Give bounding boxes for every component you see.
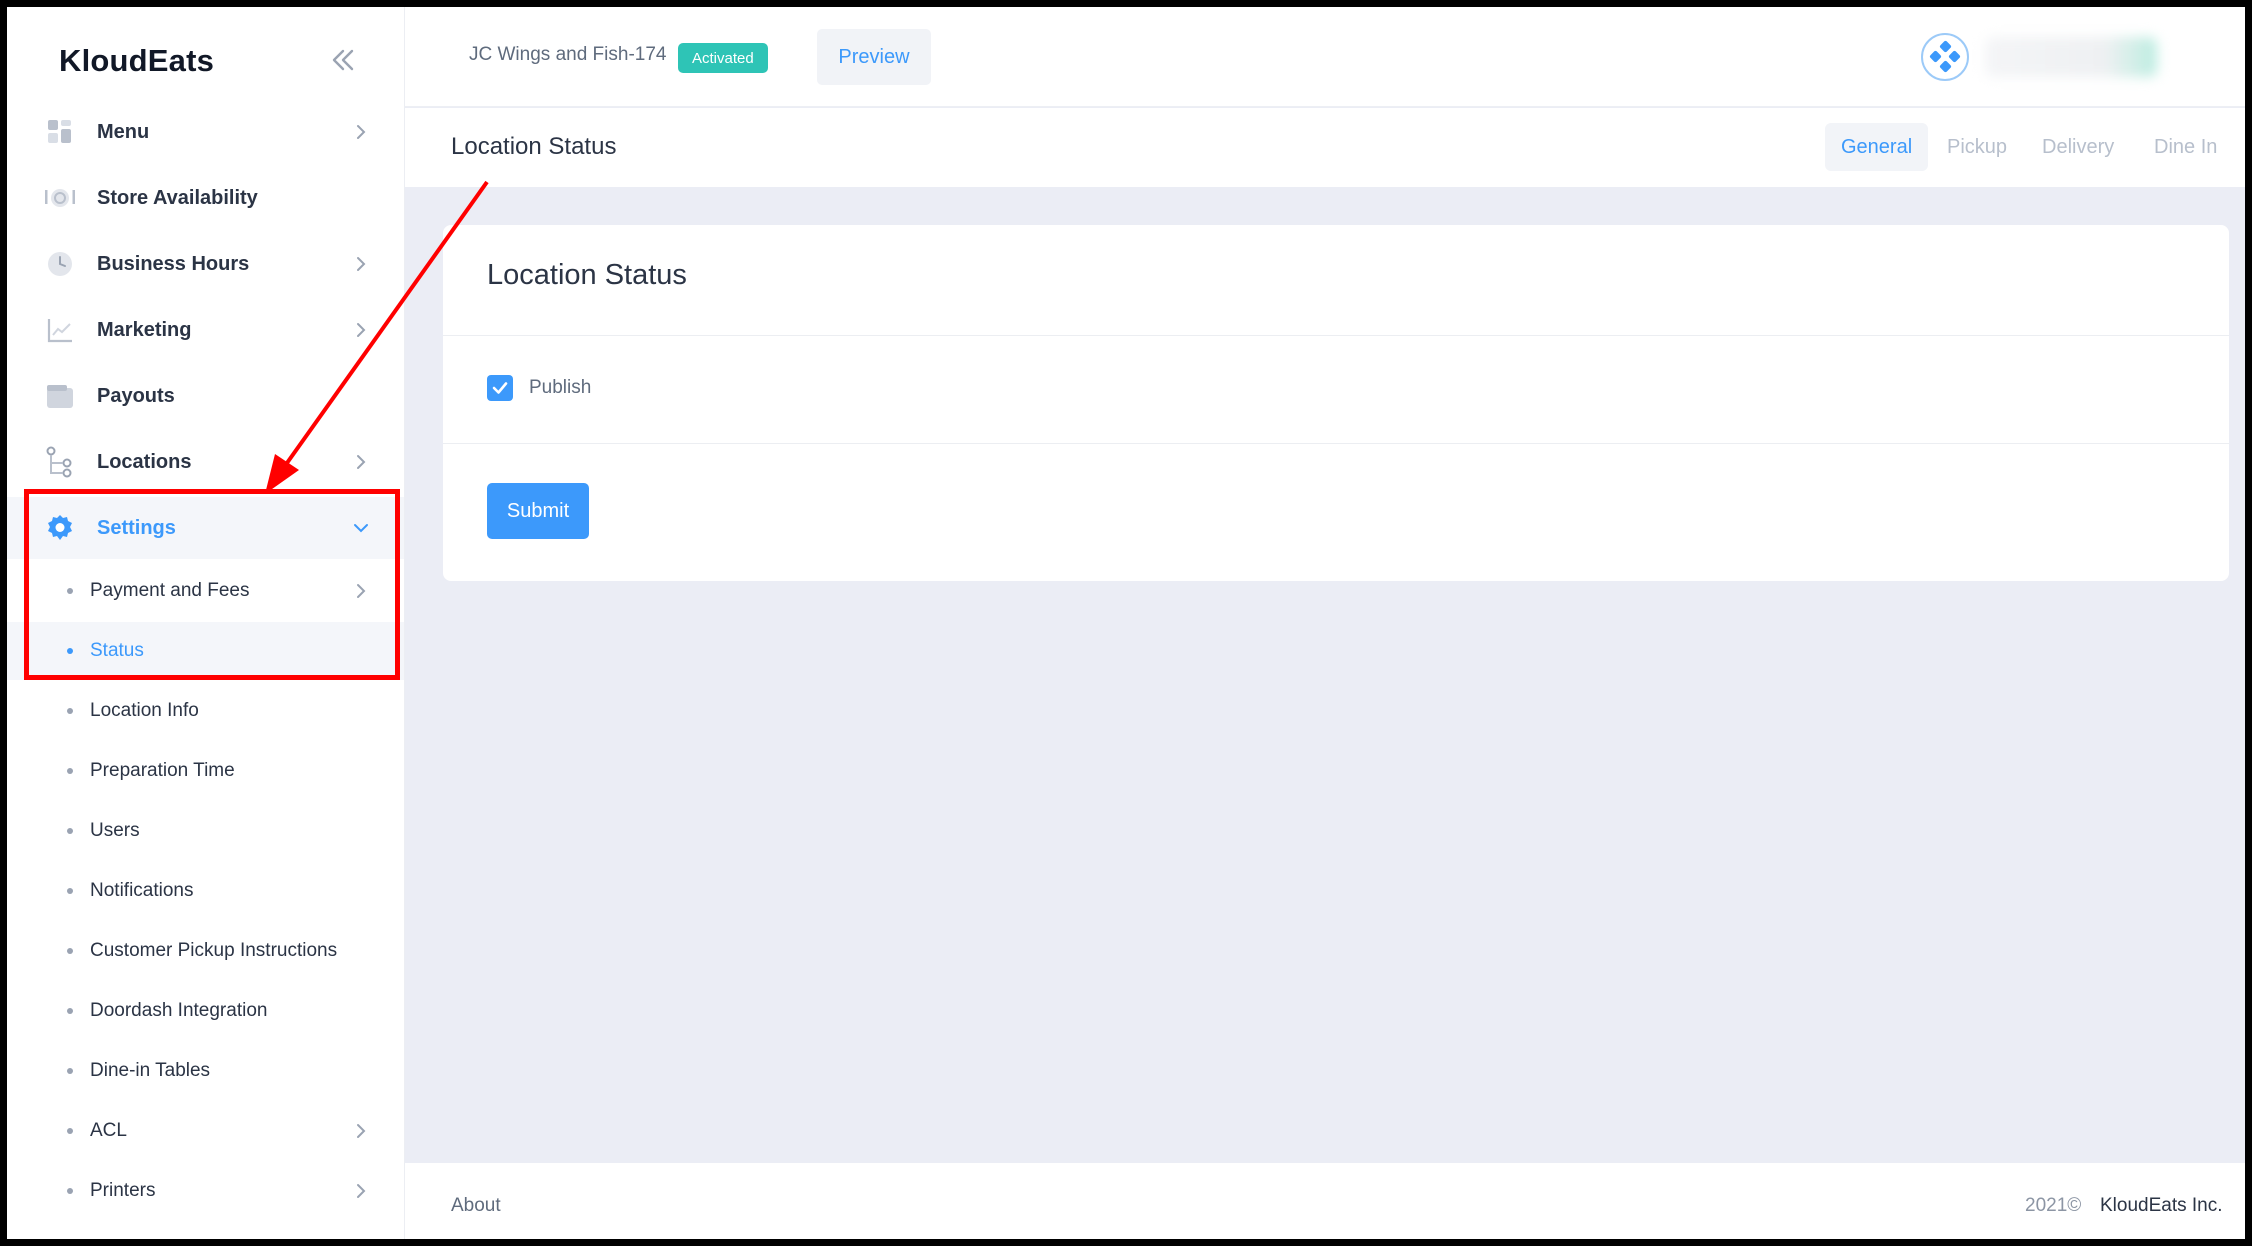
bullet-dot bbox=[67, 1128, 73, 1134]
sidebar-subitem-label: Payment and Fees bbox=[90, 580, 250, 601]
sidebar-item-label: Menu bbox=[97, 120, 150, 143]
tab-general[interactable]: General bbox=[1825, 123, 1929, 171]
sidebar-item-settings[interactable]: Settings bbox=[7, 497, 404, 559]
card-title: Location Status bbox=[487, 259, 687, 291]
double-chevron-left-icon bbox=[332, 49, 354, 71]
sidebar-subitem-label: Users bbox=[90, 820, 140, 841]
page-footer: About 2021© KloudEats Inc. bbox=[405, 1163, 2245, 1239]
bullet-dot bbox=[67, 888, 73, 894]
sidebar-item-store-availability[interactable]: Store Availability bbox=[7, 167, 404, 229]
bullet-dot bbox=[67, 1008, 73, 1014]
sidebar-subitem-dine-in-tables[interactable]: Dine-in Tables bbox=[7, 1042, 404, 1100]
page-subheader: Location Status General Pickup Delivery … bbox=[405, 108, 2245, 187]
sidebar-subitem-payment-and-fees[interactable]: Payment and Fees bbox=[7, 562, 404, 620]
sidebar-subitem-label: Customer Pickup Instructions bbox=[90, 940, 338, 961]
bullet-dot bbox=[67, 1188, 73, 1194]
publish-checkbox[interactable] bbox=[487, 375, 513, 401]
app-logo-icon[interactable] bbox=[1921, 33, 1969, 81]
bullet-dot bbox=[67, 648, 73, 654]
sidebar-item-label: Business Hours bbox=[97, 252, 250, 275]
wallet-icon bbox=[43, 379, 77, 413]
sidebar-item-marketing[interactable]: Marketing bbox=[7, 299, 404, 361]
location-status-card: Location Status Publish Submit bbox=[443, 225, 2229, 581]
sidebar-subitem-customer-pickup-instructions[interactable]: Customer Pickup Instructions bbox=[7, 922, 404, 980]
sidebar-subitem-preparation-time[interactable]: Preparation Time bbox=[7, 742, 404, 800]
page-title: Location Status bbox=[451, 133, 617, 160]
app-window: KloudEats Menu Store Availability Busine… bbox=[7, 7, 2245, 1239]
sidebar-subitem-label: Doordash Integration bbox=[90, 1000, 268, 1021]
sidebar-subitem-label: Location Info bbox=[90, 700, 199, 721]
status-badge: Activated bbox=[678, 43, 768, 73]
brand-logo: KloudEats bbox=[59, 43, 215, 78]
bullet-dot bbox=[67, 948, 73, 954]
sidebar-item-payouts[interactable]: Payouts bbox=[7, 365, 404, 427]
publish-label: Publish bbox=[529, 377, 592, 398]
collapse-sidebar-button[interactable] bbox=[325, 45, 361, 75]
sidebar-item-label: Payouts bbox=[97, 384, 175, 407]
sidebar-item-label: Marketing bbox=[97, 318, 192, 341]
top-header: JC Wings and Fish-174 Activated Preview bbox=[405, 7, 2245, 107]
chevron-right-icon bbox=[353, 256, 369, 272]
bullet-dot bbox=[67, 828, 73, 834]
bullet-dot bbox=[67, 768, 73, 774]
sidebar-subitem-acl[interactable]: ACL bbox=[7, 1102, 404, 1160]
sidebar-subitem-status[interactable]: Status bbox=[7, 622, 404, 680]
sidebar-subitem-label: Status bbox=[90, 640, 144, 661]
user-menu-blurred[interactable] bbox=[1985, 37, 2157, 77]
gear-icon bbox=[43, 511, 77, 545]
branch-icon bbox=[43, 445, 77, 479]
chevron-right-icon bbox=[353, 124, 369, 140]
sidebar-subitem-label: Dine-in Tables bbox=[90, 1060, 211, 1081]
sidebar-subitem-label: Preparation Time bbox=[90, 760, 235, 781]
sidebar: KloudEats Menu Store Availability Busine… bbox=[7, 7, 405, 1239]
sidebar-item-label: Store Availability bbox=[97, 186, 258, 209]
tab-pickup[interactable]: Pickup bbox=[1931, 123, 2023, 171]
menu-grid-icon bbox=[43, 115, 77, 149]
card-divider bbox=[443, 443, 2229, 444]
tab-dine-in[interactable]: Dine In bbox=[2138, 123, 2233, 171]
company-name: KloudEats Inc. bbox=[2100, 1195, 2223, 1216]
sidebar-subitem-location-info[interactable]: Location Info bbox=[7, 682, 404, 740]
chevron-right-icon bbox=[353, 322, 369, 338]
sidebar-subitem-label: Printers bbox=[90, 1180, 156, 1201]
bullet-dot bbox=[67, 1068, 73, 1074]
chevron-right-icon bbox=[353, 1123, 369, 1139]
submit-button[interactable]: Submit bbox=[487, 483, 589, 539]
plate-icon bbox=[43, 181, 77, 215]
sidebar-item-menu[interactable]: Menu bbox=[7, 101, 404, 163]
store-name: JC Wings and Fish-174 bbox=[469, 44, 667, 65]
card-divider bbox=[443, 335, 2229, 336]
chevron-down-icon bbox=[353, 520, 369, 536]
chevron-right-icon bbox=[353, 454, 369, 470]
sidebar-subitem-label: Notifications bbox=[90, 880, 194, 901]
sidebar-subitem-label: ACL bbox=[90, 1120, 127, 1141]
sidebar-item-business-hours[interactable]: Business Hours bbox=[7, 233, 404, 295]
sidebar-item-locations[interactable]: Locations bbox=[7, 431, 404, 493]
chevron-right-icon bbox=[353, 583, 369, 599]
copyright-year: 2021© bbox=[2025, 1195, 2082, 1216]
sidebar-subitem-notifications[interactable]: Notifications bbox=[7, 862, 404, 920]
sidebar-subitem-printers[interactable]: Printers bbox=[7, 1162, 404, 1220]
chevron-right-icon bbox=[353, 1183, 369, 1199]
preview-button[interactable]: Preview bbox=[817, 29, 931, 85]
sidebar-subitem-users[interactable]: Users bbox=[7, 802, 404, 860]
sidebar-item-label: Locations bbox=[97, 450, 192, 473]
sidebar-subitem-doordash-integration[interactable]: Doordash Integration bbox=[7, 982, 404, 1040]
bullet-dot bbox=[67, 588, 73, 594]
checkmark-icon bbox=[492, 382, 508, 394]
about-link[interactable]: About bbox=[451, 1195, 501, 1217]
tab-delivery[interactable]: Delivery bbox=[2026, 123, 2130, 171]
sidebar-item-label: Settings bbox=[97, 516, 176, 539]
chart-icon bbox=[43, 313, 77, 347]
bullet-dot bbox=[67, 708, 73, 714]
clock-icon bbox=[43, 247, 77, 281]
